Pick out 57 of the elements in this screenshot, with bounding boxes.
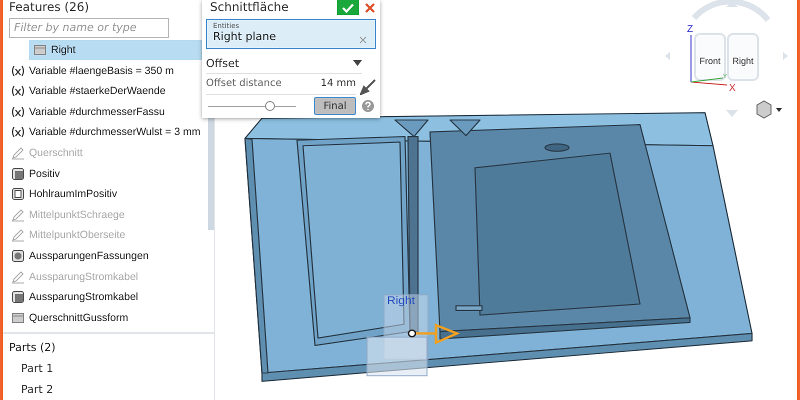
- feature-label: Variable #laengeBasis = 350 m: [29, 64, 174, 77]
- feature-label: MittelpunktSchraege: [29, 208, 125, 221]
- check-icon: [342, 2, 354, 12]
- part-item[interactable]: Part 2: [3, 379, 214, 400]
- feature-label: Variable #durchmesserWulst = 3 mm: [29, 126, 200, 138]
- confirm-button[interactable]: [337, 0, 359, 15]
- feature-item[interactable]: AussparungStromkabel: [3, 286, 203, 308]
- feature-label: Right: [51, 44, 76, 56]
- feature-item[interactable]: Positiv: [3, 163, 203, 184]
- feature-label: HohlraumImPositiv: [29, 188, 118, 200]
- feature-label: AussparungStromkabel: [29, 270, 138, 283]
- variable-icon: [11, 106, 25, 118]
- feature-item[interactable]: AussparungenFassungen: [3, 246, 203, 266]
- plane-icon: [11, 310, 25, 325]
- offset-field[interactable]: Offset distance 14 mm: [206, 78, 356, 95]
- variable-icon: [11, 64, 25, 77]
- feature-item[interactable]: Variable #durchmesserFassu: [3, 101, 203, 122]
- feature-label: QuerschnittGussform: [29, 312, 128, 324]
- cube-view-icon[interactable]: [756, 100, 782, 119]
- dialog-title: Schnittfläche: [209, 0, 290, 14]
- pencil-icon: [11, 208, 25, 222]
- direction-arrow-icon[interactable]: [360, 78, 376, 94]
- field-value: Right plane: [213, 30, 276, 43]
- feature-label: Variable #durchmesserFassu: [29, 106, 165, 118]
- help-icon[interactable]: [362, 100, 374, 112]
- feature-item[interactable]: Right: [29, 40, 203, 60]
- feature-label: MittelpunktOberseite: [29, 229, 126, 242]
- feature-item[interactable]: HohlraumImPositiv: [3, 184, 203, 204]
- feature-label: Variable #staerkeDerWaende: [29, 85, 166, 98]
- part-item[interactable]: Part 1: [3, 358, 214, 379]
- final-button[interactable]: Final: [314, 97, 356, 115]
- feature-item[interactable]: Variable #laengeBasis = 350 m: [3, 60, 203, 81]
- features-heading: Features (26): [9, 0, 90, 14]
- close-icon: [365, 2, 375, 12]
- feature-label: Querschnitt: [29, 146, 83, 159]
- solid-icon: [11, 166, 25, 181]
- feature-label: AussparungenFassungen: [29, 250, 149, 262]
- feature-label: Positiv: [29, 168, 60, 180]
- variable-icon: [11, 126, 25, 138]
- feature-item[interactable]: Variable #durchmesserWulst = 3 mm: [3, 122, 203, 143]
- solid-icon: [11, 290, 25, 304]
- variable-icon: [11, 85, 25, 98]
- pencil-icon: [11, 270, 25, 284]
- shell-icon: [11, 187, 25, 202]
- plane-icon: [33, 42, 47, 57]
- close-button[interactable]: [363, 0, 377, 15]
- parts-heading: Parts (2): [8, 340, 57, 356]
- mode-dropdown[interactable]: Offset: [206, 55, 362, 74]
- pencil-icon: [11, 228, 25, 242]
- feature-item[interactable]: QuerschnittGussform: [3, 307, 203, 328]
- revolve-icon: [11, 248, 25, 263]
- clear-icon[interactable]: [359, 36, 367, 44]
- filter-field[interactable]: Filter by name or type: [9, 18, 169, 38]
- caret-icon: [353, 60, 362, 66]
- feature-label: AussparungStromkabel: [29, 291, 138, 304]
- feature-item[interactable]: Variable #staerkeDerWaende: [3, 80, 203, 102]
- pencil-icon: [11, 146, 25, 160]
